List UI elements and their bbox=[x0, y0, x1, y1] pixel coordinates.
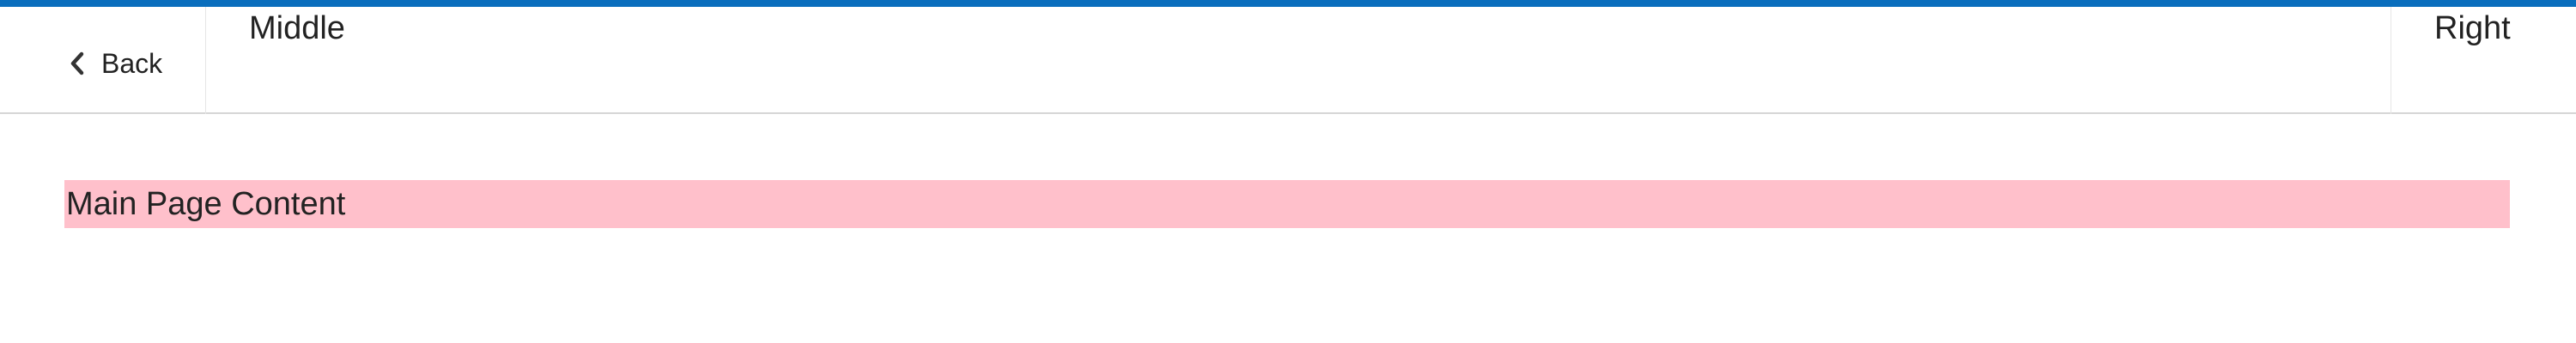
main-page-content: Main Page Content bbox=[64, 180, 2510, 228]
header-middle-label: Middle bbox=[249, 10, 345, 46]
header-right-label: Right bbox=[2434, 10, 2511, 46]
header-middle-section: Middle bbox=[206, 7, 2391, 114]
header-right-section: Right bbox=[2391, 7, 2576, 114]
header-left-section: Back bbox=[0, 7, 206, 114]
top-accent-bar bbox=[0, 0, 2576, 7]
main-content-text: Main Page Content bbox=[66, 186, 346, 222]
back-button-label: Back bbox=[101, 48, 163, 79]
back-button[interactable]: Back bbox=[65, 45, 162, 82]
page-header: Back Middle Right bbox=[0, 7, 2576, 114]
chevron-left-icon bbox=[65, 51, 89, 75]
